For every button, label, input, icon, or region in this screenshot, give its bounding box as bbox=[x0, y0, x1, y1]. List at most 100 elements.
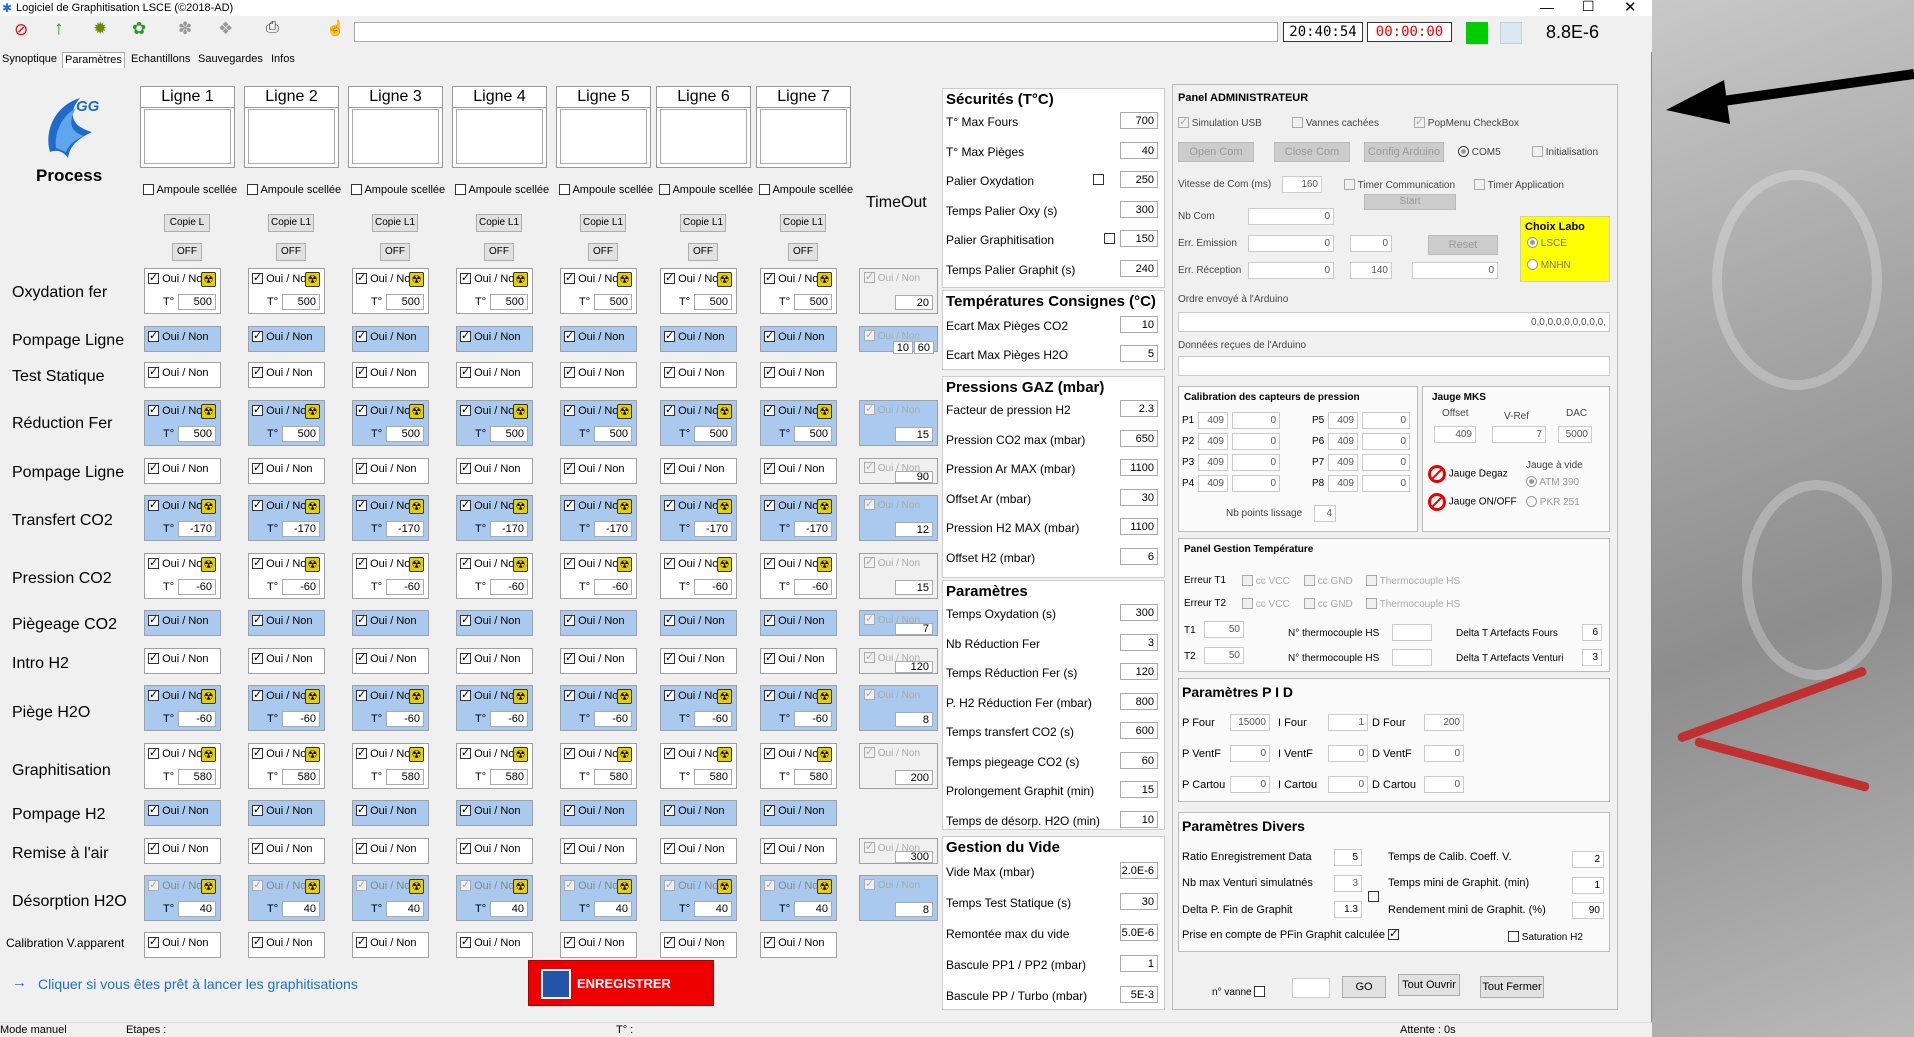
tout-ouvrir-button[interactable]: Tout Ouvrir bbox=[1398, 974, 1460, 996]
pid-d-input[interactable]: 200 bbox=[1424, 714, 1464, 731]
temp-input[interactable]: 580 bbox=[490, 769, 528, 785]
step-checkbox[interactable] bbox=[460, 365, 471, 378]
temp-input[interactable]: 500 bbox=[386, 426, 424, 442]
err-reception-input-3[interactable]: 0 bbox=[1412, 262, 1498, 279]
step-checkbox[interactable] bbox=[148, 556, 159, 569]
step-checkbox[interactable] bbox=[356, 878, 367, 891]
temp-input[interactable]: 500 bbox=[490, 426, 528, 442]
temp-input[interactable]: -60 bbox=[490, 711, 528, 727]
jauge-onoff-icon[interactable] bbox=[1428, 493, 1446, 511]
step-checkbox[interactable] bbox=[564, 746, 575, 759]
gear-icon[interactable]: ✹ bbox=[93, 19, 107, 39]
copie-button[interactable]: Copie L1 bbox=[580, 214, 626, 232]
timeout-input[interactable]: 15 bbox=[895, 427, 933, 442]
step-checkbox[interactable] bbox=[356, 271, 367, 284]
step-checkbox[interactable] bbox=[564, 271, 575, 284]
initialisation-checkbox[interactable] bbox=[1532, 146, 1543, 157]
close-com-button[interactable]: Close Com bbox=[1274, 142, 1350, 162]
temp-input[interactable]: -170 bbox=[694, 521, 732, 537]
param-input[interactable]: 30 bbox=[1120, 489, 1158, 506]
temp-input[interactable]: -170 bbox=[282, 521, 320, 537]
timeout-input[interactable]: 300 bbox=[895, 851, 933, 863]
param-input[interactable]: 300 bbox=[1120, 604, 1158, 621]
step-checkbox[interactable] bbox=[356, 498, 367, 511]
step-checkbox[interactable] bbox=[460, 403, 471, 416]
calib-input-a[interactable]: 409 bbox=[1328, 454, 1358, 471]
step-checkbox[interactable] bbox=[460, 688, 471, 701]
temp-input[interactable]: -170 bbox=[178, 521, 216, 537]
go-button[interactable]: GO bbox=[1342, 976, 1386, 998]
tool-icon[interactable]: ✽ bbox=[178, 19, 192, 39]
err-emission-input[interactable]: 0 bbox=[1248, 235, 1334, 252]
step-checkbox[interactable] bbox=[564, 329, 575, 342]
param-input[interactable]: 15 bbox=[1120, 781, 1158, 798]
palier-checkbox[interactable] bbox=[1093, 174, 1104, 185]
temp-input[interactable]: 500 bbox=[794, 294, 832, 310]
step-checkbox[interactable] bbox=[252, 935, 263, 948]
step-checkbox[interactable] bbox=[664, 365, 675, 378]
err-reception-input-2[interactable]: 140 bbox=[1350, 262, 1392, 279]
step-checkbox[interactable] bbox=[564, 841, 575, 854]
step-checkbox[interactable] bbox=[664, 498, 675, 511]
step-checkbox[interactable] bbox=[252, 651, 263, 664]
temp-input[interactable]: 580 bbox=[794, 769, 832, 785]
temp-input[interactable]: 500 bbox=[694, 294, 732, 310]
step-checkbox[interactable] bbox=[460, 746, 471, 759]
hand-icon[interactable]: ☝ bbox=[326, 19, 345, 37]
up-arrow-icon[interactable]: ↑ bbox=[54, 18, 64, 40]
timeout-checkbox[interactable] bbox=[864, 687, 875, 700]
step-checkbox[interactable] bbox=[148, 935, 159, 948]
step-checkbox[interactable] bbox=[252, 365, 263, 378]
step-checkbox[interactable] bbox=[148, 841, 159, 854]
temp-input[interactable]: -60 bbox=[282, 711, 320, 727]
step-checkbox[interactable] bbox=[356, 651, 367, 664]
calib-input-b[interactable]: 0 bbox=[1362, 412, 1410, 429]
param-input[interactable]: 5.0E-6 bbox=[1120, 924, 1158, 941]
t2-thermo-checkbox[interactable] bbox=[1366, 598, 1377, 609]
ampoule-checkbox[interactable] bbox=[351, 184, 362, 195]
temp-input[interactable]: -60 bbox=[594, 711, 632, 727]
temp-input[interactable]: 500 bbox=[490, 294, 528, 310]
step-checkbox[interactable] bbox=[460, 878, 471, 891]
step-checkbox[interactable] bbox=[252, 841, 263, 854]
step-checkbox[interactable] bbox=[564, 803, 575, 816]
step-checkbox[interactable] bbox=[252, 271, 263, 284]
step-checkbox[interactable] bbox=[252, 878, 263, 891]
tab-synoptique[interactable]: Synoptique bbox=[0, 52, 59, 68]
no-thermo-input-2[interactable] bbox=[1392, 649, 1432, 666]
calib-input-a[interactable]: 409 bbox=[1198, 475, 1228, 492]
venturi-checkbox[interactable] bbox=[1368, 891, 1379, 902]
step-checkbox[interactable] bbox=[564, 688, 575, 701]
step-checkbox[interactable] bbox=[664, 841, 675, 854]
step-checkbox[interactable] bbox=[252, 613, 263, 626]
param-input[interactable]: 120 bbox=[1120, 663, 1158, 680]
ampoule-checkbox[interactable] bbox=[759, 184, 770, 195]
step-checkbox[interactable] bbox=[356, 688, 367, 701]
step-checkbox[interactable] bbox=[564, 651, 575, 664]
temp-input[interactable]: 500 bbox=[178, 426, 216, 442]
temp-input[interactable]: -170 bbox=[794, 521, 832, 537]
off-button[interactable]: OFF bbox=[172, 243, 202, 261]
temp-input[interactable]: -170 bbox=[490, 521, 528, 537]
timeout-input[interactable]: 200 bbox=[895, 770, 933, 785]
step-checkbox[interactable] bbox=[564, 878, 575, 891]
step-checkbox[interactable] bbox=[356, 365, 367, 378]
off-button[interactable]: OFF bbox=[484, 243, 514, 261]
temp-input[interactable]: 40 bbox=[282, 901, 320, 917]
step-checkbox[interactable] bbox=[764, 651, 775, 664]
step-checkbox[interactable] bbox=[460, 329, 471, 342]
popmenu-checkbox[interactable] bbox=[1414, 115, 1425, 128]
step-checkbox[interactable] bbox=[148, 613, 159, 626]
donnees-input[interactable] bbox=[1178, 356, 1610, 376]
tout-fermer-button[interactable]: Tout Fermer bbox=[1480, 976, 1544, 998]
param-input[interactable]: 5 bbox=[1120, 345, 1158, 362]
step-checkbox[interactable] bbox=[460, 271, 471, 284]
step-checkbox[interactable] bbox=[148, 878, 159, 891]
calib-input-a[interactable]: 409 bbox=[1328, 433, 1358, 450]
start-hint-link[interactable]: Cliquer si vous êtes prêt à lancer les g… bbox=[38, 976, 358, 992]
step-checkbox[interactable] bbox=[252, 556, 263, 569]
step-checkbox[interactable] bbox=[764, 878, 775, 891]
delta-fours-input[interactable]: 6 bbox=[1582, 624, 1602, 641]
temp-input[interactable]: 580 bbox=[386, 769, 424, 785]
close-icon[interactable]: ✕ bbox=[1624, 0, 1637, 16]
